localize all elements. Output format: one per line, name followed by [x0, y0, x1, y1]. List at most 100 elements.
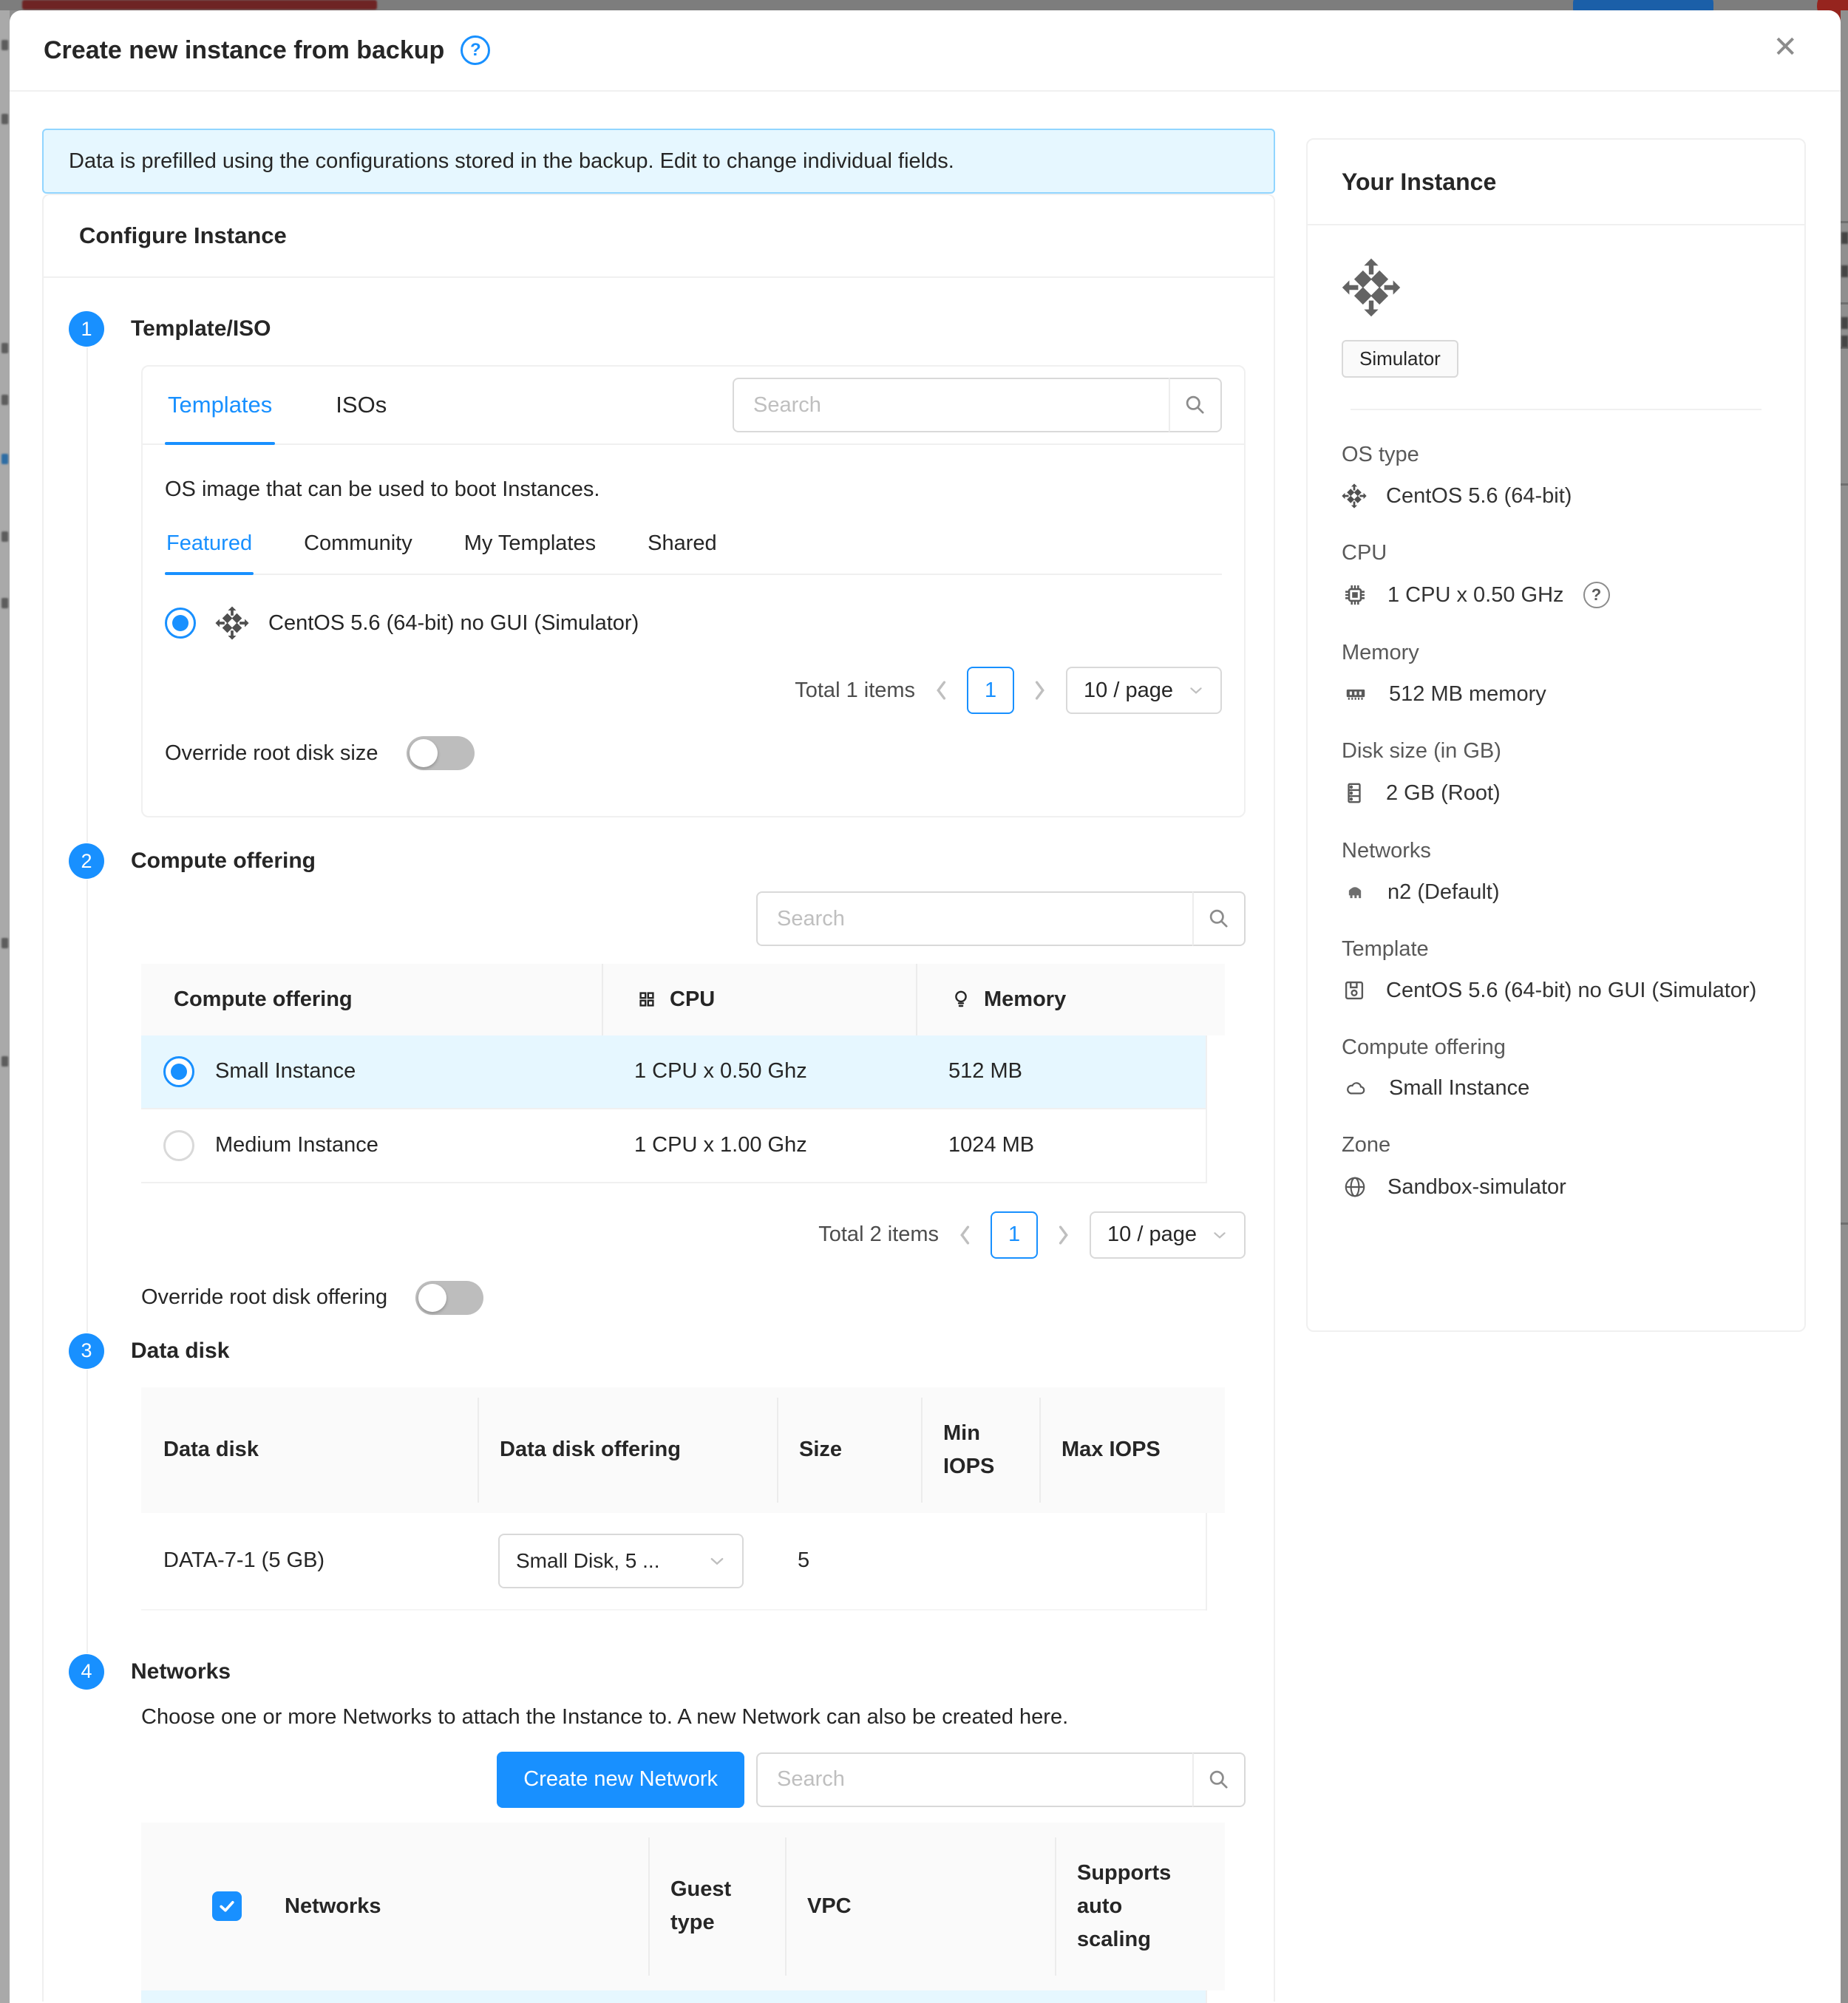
networks-table: Networks Guest type VPC Supports auto sc… — [141, 1823, 1225, 2003]
create-new-network-button[interactable]: Create new Network — [497, 1752, 744, 1808]
template-filter-tabs: Featured Community My Templates Shared — [165, 531, 1222, 575]
pagination-total: Total 2 items — [818, 1222, 939, 1247]
summary-template: Template CentOS 5.6 (64-bit) no GUI (Sim… — [1342, 937, 1770, 1003]
ram-icon — [1342, 681, 1370, 707]
override-root-disk-size-row: Override root disk size — [165, 736, 1222, 770]
info-banner-text: Data is prefilled using the configuratio… — [69, 149, 954, 174]
page-number[interactable]: 1 — [967, 667, 1014, 714]
template-pagination: Total 1 items 1 10 / page — [165, 667, 1222, 714]
column-networks: Networks — [264, 1837, 648, 1976]
column-vpc: VPC — [785, 1837, 1055, 1976]
network-search-input[interactable] — [756, 1752, 1192, 1807]
step-number-badge: 3 — [69, 1333, 104, 1369]
table-row[interactable]: Medium Instance 1 CPU x 1.00 Ghz 1024 MB — [141, 1109, 1225, 1183]
page-size-select[interactable]: 10 / page — [1090, 1211, 1246, 1259]
summary-compute-offering: Compute offering Small Instance — [1342, 1035, 1770, 1101]
disk-icon — [1342, 780, 1367, 806]
column-max-iops: Max IOPS — [1039, 1398, 1206, 1503]
column-data-disk: Data disk — [141, 1398, 478, 1503]
summary-networks: Networks n2 (Default) — [1342, 839, 1770, 905]
pagination-total: Total 1 items — [795, 679, 915, 703]
column-auto-scaling: Supports auto scaling — [1055, 1837, 1206, 1976]
bulb-icon — [950, 987, 972, 1012]
tab-templates[interactable]: Templates — [165, 367, 275, 443]
divider — [1351, 409, 1762, 410]
close-icon[interactable]: ✕ — [1773, 33, 1798, 62]
compute-pagination: Total 2 items 1 10 / page — [141, 1211, 1246, 1259]
background-logo-fragment — [22, 0, 377, 10]
column-guest-type: Guest type — [648, 1837, 785, 1976]
network-port-icon — [1342, 880, 1368, 905]
info-banner: Data is prefilled using the configuratio… — [42, 129, 1275, 194]
centos-icon — [215, 606, 249, 640]
column-size: Size — [777, 1398, 921, 1503]
column-memory: Memory — [916, 964, 1206, 1035]
chevron-down-icon — [1188, 682, 1204, 698]
cpu-chip-icon — [1342, 582, 1368, 608]
cloud-icon — [1342, 1077, 1370, 1101]
override-root-disk-offering-toggle[interactable] — [415, 1281, 483, 1315]
template-iso-panel: Templates ISOs — [141, 365, 1246, 817]
help-icon[interactable]: ? — [461, 35, 490, 65]
page-size-select[interactable]: 10 / page — [1066, 667, 1222, 714]
chevron-down-icon — [708, 1552, 726, 1570]
next-page-icon[interactable] — [1032, 678, 1048, 703]
filter-community[interactable]: Community — [302, 531, 414, 574]
table-scrollbar[interactable] — [1206, 1990, 1225, 2003]
select-all-checkbox[interactable] — [212, 1891, 242, 1921]
summary-os-type: OS type CentOS 5.6 (64-bit) — [1342, 443, 1770, 509]
compute-offering-table: Compute offering CPU — [141, 964, 1225, 1183]
next-page-icon[interactable] — [1056, 1222, 1072, 1248]
step-number-badge: 2 — [69, 843, 104, 879]
globe-icon — [1342, 1174, 1368, 1200]
background-overlay-left — [0, 10, 10, 2003]
template-option-label: CentOS 5.6 (64-bit) no GUI (Simulator) — [268, 611, 639, 636]
column-compute-offering: Compute offering — [141, 964, 602, 1035]
override-root-disk-size-toggle[interactable] — [407, 736, 475, 770]
simulator-tag: Simulator — [1342, 340, 1458, 378]
cpu-help-icon[interactable]: ? — [1583, 582, 1610, 608]
radio-selected-icon[interactable] — [165, 608, 196, 639]
column-cpu: CPU — [602, 964, 916, 1035]
table-row[interactable]: + — [141, 1990, 1225, 2003]
background-overlay-right — [1841, 10, 1848, 2003]
table-row[interactable]: Small Instance 1 CPU x 0.50 Ghz 512 MB — [141, 1035, 1225, 1109]
step-template-iso: 1 Template/ISO Templates ISOs — [69, 310, 1246, 843]
filter-featured[interactable]: Featured — [165, 531, 254, 574]
override-root-disk-offering-row: Override root disk offering — [141, 1281, 1246, 1315]
prev-page-icon[interactable] — [957, 1222, 973, 1248]
column-min-iops: Min IOPS — [921, 1398, 1039, 1503]
step-networks: 4 Networks Choose one or more Networks t… — [69, 1653, 1246, 2003]
centos-icon — [1342, 483, 1367, 509]
modal-header: Create new instance from backup ? ✕ — [10, 10, 1841, 92]
compute-search — [756, 891, 1246, 946]
filter-shared[interactable]: Shared — [646, 531, 719, 574]
page-number[interactable]: 1 — [991, 1211, 1038, 1259]
column-data-disk-offering: Data disk offering — [478, 1398, 777, 1503]
disk-offering-select[interactable]: Small Disk, 5 ... — [498, 1534, 744, 1588]
summary-disk-size: Disk size (in GB) 2 GB (Root) — [1342, 739, 1770, 806]
search-icon[interactable] — [1192, 1752, 1246, 1807]
template-description: OS image that can be used to boot Instan… — [165, 477, 1222, 502]
create-instance-modal: Create new instance from backup ? ✕ Data… — [10, 10, 1841, 2003]
table-scrollbar[interactable] — [1206, 1035, 1225, 1183]
prev-page-icon[interactable] — [933, 678, 949, 703]
summary-memory: Memory 512 MB memory — [1342, 641, 1770, 707]
data-disk-table: Data disk Data disk offering Size Min IO… — [141, 1387, 1225, 1611]
your-instance-title: Your Instance — [1308, 140, 1804, 225]
modal-title: Create new instance from backup — [44, 36, 444, 65]
radio-unselected-icon[interactable] — [163, 1130, 194, 1161]
compute-search-input[interactable] — [756, 891, 1192, 946]
filter-my-templates[interactable]: My Templates — [463, 531, 597, 574]
search-icon[interactable] — [1192, 891, 1246, 946]
radio-selected-icon[interactable] — [163, 1056, 194, 1087]
search-icon[interactable] — [1169, 378, 1222, 432]
table-scrollbar[interactable] — [1206, 1513, 1225, 1611]
template-search-input[interactable] — [733, 378, 1169, 432]
tab-isos[interactable]: ISOs — [333, 367, 390, 443]
appstore-icon — [636, 988, 658, 1010]
configure-instance-card: Configure Instance 1 Template/ISO Templa… — [42, 194, 1275, 2002]
table-row: DATA-7-1 (5 GB) Small Disk, 5 ... 5 — [141, 1513, 1225, 1611]
configure-instance-title: Configure Instance — [44, 195, 1274, 278]
template-option-row[interactable]: CentOS 5.6 (64-bit) no GUI (Simulator) — [165, 606, 1222, 640]
